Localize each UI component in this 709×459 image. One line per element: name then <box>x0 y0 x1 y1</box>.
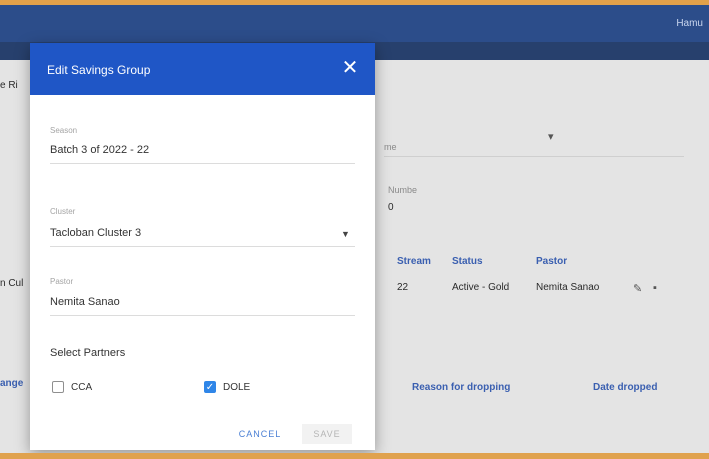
cluster-select[interactable]: Tacloban Cluster 3 <box>50 227 141 239</box>
table-cell-stream: 22 <box>397 282 409 293</box>
app-topbar: Hamu <box>0 5 709 42</box>
dialog-header: Edit Savings Group ✕ <box>30 43 375 95</box>
cluster-underline <box>50 246 355 247</box>
dialog-title: Edit Savings Group <box>47 63 151 77</box>
season-field[interactable]: Batch 3 of 2022 - 22 <box>50 144 149 156</box>
bottom-edge <box>0 453 709 459</box>
pastor-field[interactable]: Nemita Sanao <box>50 296 120 308</box>
background-field-underline <box>384 156 684 157</box>
pastor-label: Pastor <box>50 277 74 286</box>
season-label: Season <box>50 126 78 135</box>
close-icon[interactable]: ✕ <box>339 57 361 79</box>
cluster-label: Cluster <box>50 207 76 216</box>
chevron-down-icon[interactable]: ▼ <box>341 229 350 239</box>
table-header-status[interactable]: Status <box>452 256 483 267</box>
background-tab-label: e Ri <box>0 80 18 91</box>
background-row-name: n Cul <box>0 278 24 289</box>
table-header-pastor[interactable]: Pastor <box>536 256 567 267</box>
table-cell-status: Active - Gold <box>452 282 510 293</box>
pastor-underline <box>50 315 355 316</box>
season-underline <box>50 163 355 164</box>
background-footer-link[interactable]: ange <box>0 378 23 389</box>
topbar-user-text[interactable]: Hamu <box>676 18 703 29</box>
chevron-down-icon: ▾ <box>548 131 554 143</box>
dole-checkbox[interactable]: ✓ <box>204 381 216 393</box>
table-header-stream[interactable]: Stream <box>397 256 431 267</box>
delete-icon[interactable]: ▪ <box>653 282 657 294</box>
select-partners-label: Select Partners <box>50 347 126 359</box>
dole-label: DOLE <box>223 382 251 393</box>
edit-icon[interactable]: ✎ <box>633 282 642 295</box>
date-dropped-header[interactable]: Date dropped <box>593 382 657 393</box>
cancel-button[interactable]: CANCEL <box>230 424 290 444</box>
background-number-label: Numbe <box>388 185 418 195</box>
cca-checkbox[interactable] <box>52 381 64 393</box>
cca-label: CCA <box>71 382 93 393</box>
reason-for-dropping-header[interactable]: Reason for dropping <box>412 382 510 393</box>
save-button[interactable]: SAVE <box>302 424 352 444</box>
background-number-value: 0 <box>388 202 394 213</box>
table-cell-pastor: Nemita Sanao <box>536 282 600 293</box>
edit-savings-group-dialog: Edit Savings Group ✕ Season Batch 3 of 2… <box>30 43 375 450</box>
background-field-label: me <box>384 142 397 152</box>
